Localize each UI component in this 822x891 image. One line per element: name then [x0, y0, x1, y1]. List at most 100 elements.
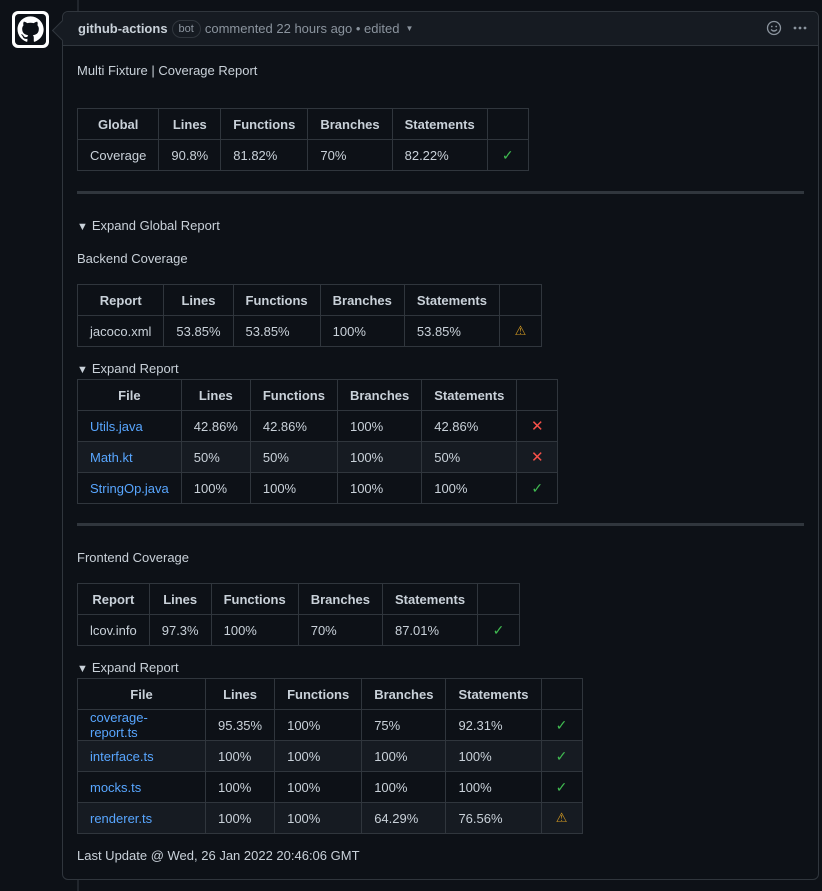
col-header: Functions: [210, 583, 299, 615]
cell: 100%: [336, 441, 423, 473]
file-link[interactable]: Utils.java: [77, 410, 182, 442]
cell: 100%: [180, 472, 251, 504]
col-header: [477, 583, 521, 615]
cell: 90.8%: [158, 139, 222, 171]
col-header: Functions: [249, 379, 338, 411]
col-header: Branches: [361, 678, 447, 710]
col-header: Branches: [319, 284, 405, 316]
col-header: Statements: [445, 678, 542, 710]
kebab-menu-icon[interactable]: [792, 20, 808, 36]
cell: 82.22%: [391, 139, 488, 171]
col-header: Functions: [274, 678, 363, 710]
triangle-down-icon: ▼: [77, 364, 88, 376]
cross-icon: ✕: [516, 441, 559, 473]
emoji-reaction-icon[interactable]: [766, 20, 782, 36]
cell: 100%: [336, 410, 423, 442]
cell: 87.01%: [381, 614, 479, 646]
col-header: [540, 678, 583, 710]
cell: 50%: [421, 441, 518, 473]
col-header: [498, 284, 542, 316]
file-link[interactable]: interface.ts: [77, 740, 206, 772]
check-icon: ✓: [540, 709, 583, 741]
col-header: Branches: [297, 583, 383, 615]
table-row: Coverage 90.8% 81.82% 70% 82.22% ✓: [76, 139, 529, 171]
cell: 95.35%: [204, 709, 276, 741]
cell: 42.86%: [421, 410, 518, 442]
cell: 100%: [319, 315, 405, 347]
cell: 53.85%: [163, 315, 234, 347]
table-row: mocks.ts 100% 100% 100% 100% ✓: [77, 771, 583, 803]
cell: 100%: [421, 472, 518, 504]
cell: 81.82%: [220, 139, 309, 171]
table-row: renderer.ts 100% 100% 64.29% 76.56% ⚠: [77, 802, 583, 834]
cell: 100%: [210, 614, 299, 646]
cell: 42.86%: [249, 410, 338, 442]
cell: 75%: [361, 709, 447, 741]
check-icon: ✓: [540, 771, 583, 803]
cell: 100%: [274, 771, 363, 803]
cell: 50%: [180, 441, 251, 473]
col-header: Functions: [220, 108, 309, 140]
cell: jacoco.xml: [76, 315, 165, 347]
expand-global-label: Expand Global Report: [91, 218, 220, 233]
cell: 100%: [274, 802, 363, 834]
file-link[interactable]: coverage-report.ts: [77, 709, 206, 741]
cell: 70%: [307, 139, 393, 171]
frontend-coverage-table: Report Lines Functions Branches Statemen…: [77, 583, 521, 646]
cell: 100%: [336, 472, 423, 504]
cell: 92.31%: [445, 709, 542, 741]
cell: 100%: [274, 740, 363, 772]
author-name[interactable]: github-actions: [78, 21, 168, 36]
col-header: [486, 108, 529, 140]
frontend-title: Frontend Coverage: [77, 550, 190, 565]
col-header: Report: [77, 583, 150, 615]
cell: lcov.info: [77, 614, 150, 646]
frontend-files-table: File Lines Functions Branches Statements…: [77, 678, 583, 834]
cell: 50%: [249, 441, 338, 473]
table-row: Utils.java 42.86% 42.86% 100% 42.86% ✕: [77, 410, 559, 442]
comment-header: github-actions bot commented 22 hours ag…: [63, 12, 818, 46]
check-icon: ✓: [540, 740, 583, 772]
expand-global-toggle[interactable]: ▼ Expand Global Report: [77, 218, 220, 233]
check-icon: ✓: [477, 614, 521, 646]
cell: 100%: [204, 740, 276, 772]
expand-frontend-toggle[interactable]: ▼ Expand Report: [77, 660, 179, 675]
triangle-down-icon: ▼: [77, 663, 88, 675]
col-header: Statements: [403, 284, 500, 316]
col-header: Branches: [336, 379, 423, 411]
edited-dropdown-icon[interactable]: ▼: [405, 24, 413, 33]
bot-badge: bot: [171, 19, 201, 38]
github-logo-icon: [15, 14, 46, 45]
col-header: Report: [76, 284, 165, 316]
expand-backend-toggle[interactable]: ▼ Expand Report: [77, 361, 179, 376]
expand-backend-label: Expand Report: [91, 361, 179, 376]
col-header: Lines: [204, 678, 276, 710]
col-header: Statements: [421, 379, 518, 411]
table-row: StringOp.java 100% 100% 100% 100% ✓: [77, 472, 559, 504]
file-link[interactable]: mocks.ts: [77, 771, 206, 803]
avatar[interactable]: [12, 11, 49, 48]
cell: Coverage: [76, 139, 160, 171]
cell: 100%: [204, 802, 276, 834]
file-link[interactable]: renderer.ts: [77, 802, 206, 834]
cell: 70%: [297, 614, 383, 646]
comment-meta[interactable]: commented 22 hours ago • edited: [205, 21, 400, 36]
global-coverage-table: Global Lines Functions Branches Statemen…: [76, 108, 529, 171]
expand-frontend-label: Expand Report: [91, 660, 179, 675]
cell: 100%: [249, 472, 338, 504]
backend-files-table: File Lines Functions Branches Statements…: [77, 379, 559, 504]
table-row: coverage-report.ts 95.35% 100% 75% 92.31…: [77, 709, 583, 741]
cell: 100%: [274, 709, 363, 741]
col-header: File: [77, 678, 206, 710]
file-link[interactable]: StringOp.java: [77, 472, 182, 504]
cell: 97.3%: [148, 614, 212, 646]
triangle-down-icon: ▼: [77, 221, 88, 233]
divider: [77, 523, 804, 526]
table-row: Math.kt 50% 50% 100% 50% ✕: [77, 441, 559, 473]
backend-coverage-table: Report Lines Functions Branches Statemen…: [76, 284, 542, 347]
file-link[interactable]: Math.kt: [77, 441, 182, 473]
cell: 53.85%: [403, 315, 500, 347]
divider: [77, 191, 804, 194]
col-header: Statements: [381, 583, 479, 615]
cell: 100%: [361, 771, 447, 803]
